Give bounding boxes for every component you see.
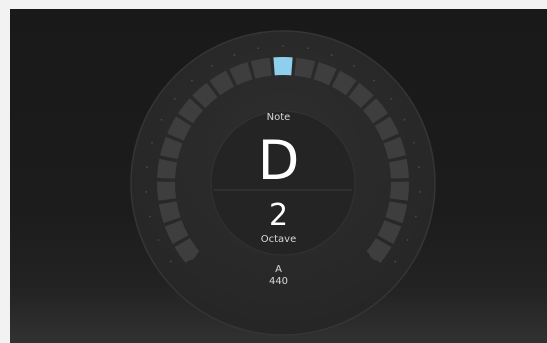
scale-tick (257, 47, 260, 50)
meter-end-cap-right (368, 242, 387, 261)
scale-tick (390, 97, 392, 100)
detected-note: D (257, 129, 300, 192)
octave-label: Octave (260, 234, 297, 245)
scale-tick (373, 79, 375, 82)
scale-tick (233, 54, 236, 56)
scale-tick (306, 47, 309, 50)
detected-octave: 2 (268, 198, 289, 233)
scale-tick (282, 45, 284, 47)
reference-note[interactable]: A (10, 264, 547, 275)
meter-segment-active (273, 57, 293, 76)
scale-tick (174, 97, 176, 100)
scale-tick (394, 260, 397, 263)
meter-end-cap-left (179, 242, 198, 261)
scale-tick (330, 54, 333, 56)
tuner-window: Note D 2 Octave A 440 (10, 9, 547, 343)
scale-tick (211, 64, 213, 67)
scale-tick (353, 64, 355, 67)
note-label: Note (266, 112, 291, 123)
scale-tick (145, 191, 148, 193)
reference-frequency[interactable]: 440 (10, 276, 547, 287)
scale-tick (418, 191, 421, 193)
scale-tick (169, 260, 172, 263)
scale-tick (191, 79, 193, 82)
